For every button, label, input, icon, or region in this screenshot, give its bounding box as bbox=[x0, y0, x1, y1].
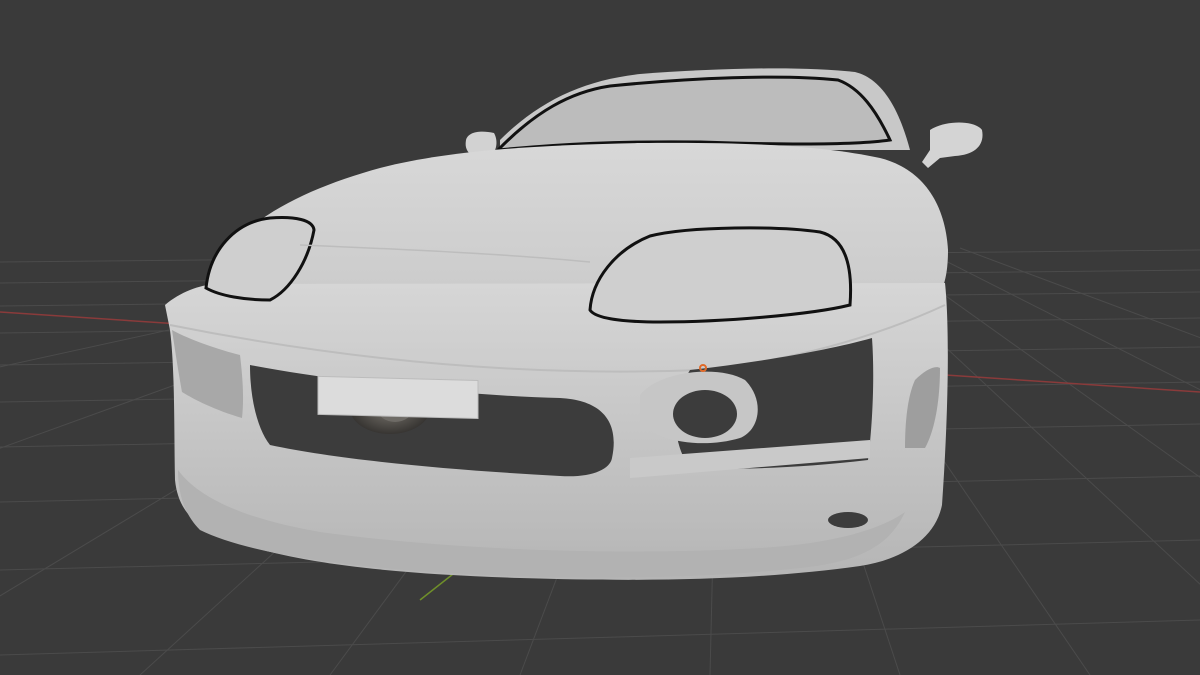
fog-light bbox=[673, 390, 737, 438]
car-model[interactable] bbox=[165, 68, 983, 580]
3d-viewport[interactable] bbox=[0, 0, 1200, 675]
viewport-canvas[interactable] bbox=[0, 0, 1200, 675]
lower-vent bbox=[828, 512, 868, 528]
right-mirror[interactable] bbox=[922, 122, 983, 169]
license-plate[interactable] bbox=[317, 375, 479, 420]
windshield[interactable] bbox=[494, 75, 893, 152]
